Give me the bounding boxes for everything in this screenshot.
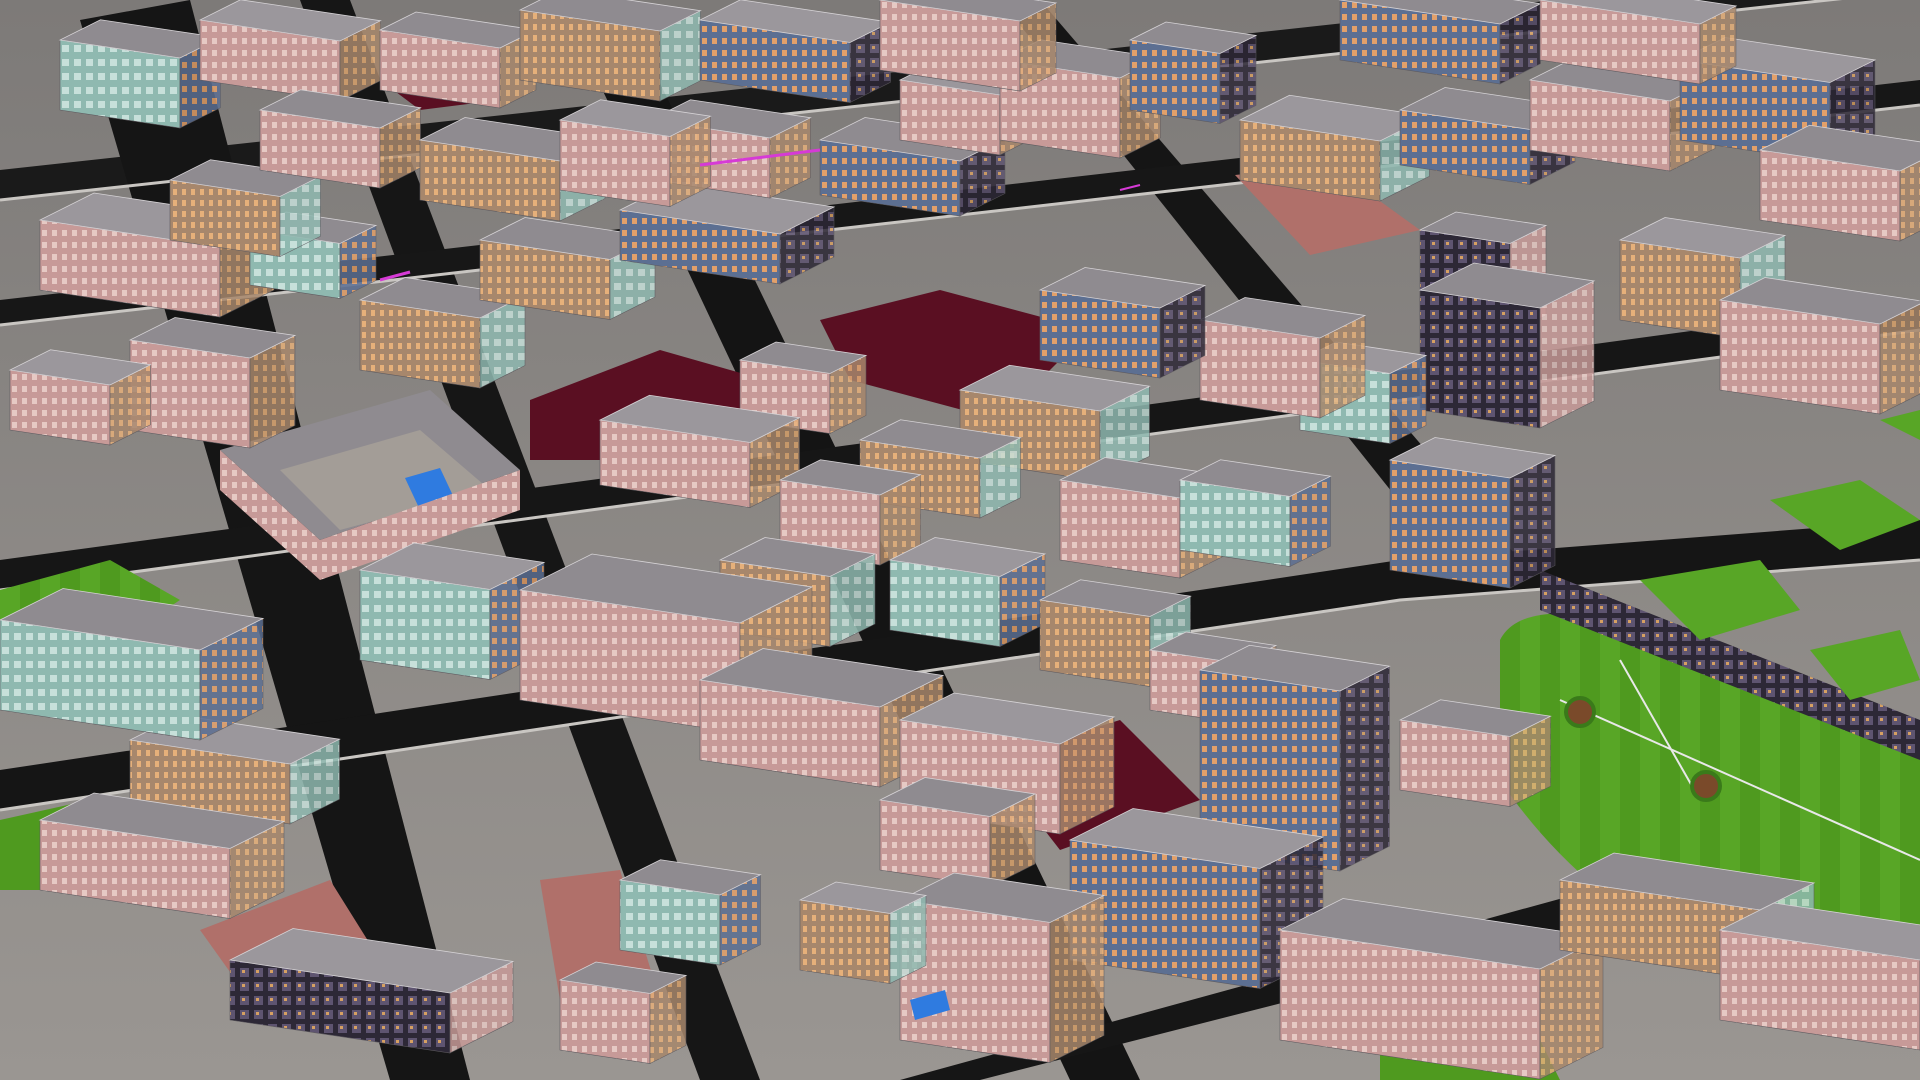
building-side bbox=[1509, 455, 1556, 589]
city-render-scene bbox=[0, 0, 1920, 1080]
fountain-2 bbox=[1690, 770, 1722, 802]
building-facade bbox=[799, 899, 891, 984]
building-facade bbox=[559, 979, 651, 1064]
building-facade bbox=[1389, 459, 1511, 589]
building-facade bbox=[1129, 39, 1221, 124]
city-render-svg bbox=[0, 0, 1920, 1080]
building-facade bbox=[1419, 289, 1541, 429]
building-side bbox=[1339, 665, 1390, 872]
fountain-1 bbox=[1564, 696, 1596, 728]
building-side bbox=[1049, 895, 1105, 1063]
